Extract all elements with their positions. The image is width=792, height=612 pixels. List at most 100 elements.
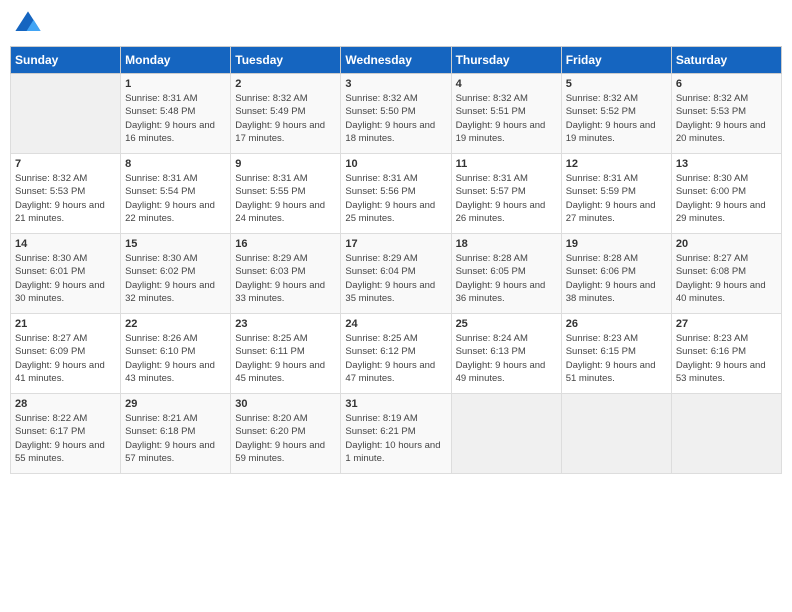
col-header-thursday: Thursday xyxy=(451,47,561,74)
calendar-cell: 29 Sunrise: 8:21 AMSunset: 6:18 PMDaylig… xyxy=(121,394,231,474)
day-number: 6 xyxy=(676,78,777,90)
day-info: Sunrise: 8:21 AMSunset: 6:18 PMDaylight:… xyxy=(125,412,226,465)
day-number: 10 xyxy=(345,158,446,170)
calendar-cell xyxy=(11,74,121,154)
calendar-cell: 17 Sunrise: 8:29 AMSunset: 6:04 PMDaylig… xyxy=(341,234,451,314)
calendar-cell: 5 Sunrise: 8:32 AMSunset: 5:52 PMDayligh… xyxy=(561,74,671,154)
calendar-cell: 26 Sunrise: 8:23 AMSunset: 6:15 PMDaylig… xyxy=(561,314,671,394)
day-info: Sunrise: 8:31 AMSunset: 5:57 PMDaylight:… xyxy=(456,172,557,225)
day-info: Sunrise: 8:24 AMSunset: 6:13 PMDaylight:… xyxy=(456,332,557,385)
day-number: 25 xyxy=(456,318,557,330)
calendar-cell: 21 Sunrise: 8:27 AMSunset: 6:09 PMDaylig… xyxy=(11,314,121,394)
day-info: Sunrise: 8:28 AMSunset: 6:05 PMDaylight:… xyxy=(456,252,557,305)
day-number: 4 xyxy=(456,78,557,90)
day-number: 30 xyxy=(235,398,336,410)
calendar-cell xyxy=(451,394,561,474)
calendar-cell xyxy=(561,394,671,474)
day-number: 21 xyxy=(15,318,116,330)
day-info: Sunrise: 8:32 AMSunset: 5:53 PMDaylight:… xyxy=(676,92,777,145)
day-number: 13 xyxy=(676,158,777,170)
col-header-monday: Monday xyxy=(121,47,231,74)
day-info: Sunrise: 8:31 AMSunset: 5:56 PMDaylight:… xyxy=(345,172,446,225)
day-number: 17 xyxy=(345,238,446,250)
calendar-cell: 22 Sunrise: 8:26 AMSunset: 6:10 PMDaylig… xyxy=(121,314,231,394)
day-info: Sunrise: 8:29 AMSunset: 6:04 PMDaylight:… xyxy=(345,252,446,305)
calendar-cell: 24 Sunrise: 8:25 AMSunset: 6:12 PMDaylig… xyxy=(341,314,451,394)
logo-icon xyxy=(14,10,42,38)
col-header-sunday: Sunday xyxy=(11,47,121,74)
day-number: 19 xyxy=(566,238,667,250)
calendar-cell: 2 Sunrise: 8:32 AMSunset: 5:49 PMDayligh… xyxy=(231,74,341,154)
calendar-cell: 20 Sunrise: 8:27 AMSunset: 6:08 PMDaylig… xyxy=(671,234,781,314)
calendar-cell: 1 Sunrise: 8:31 AMSunset: 5:48 PMDayligh… xyxy=(121,74,231,154)
day-number: 27 xyxy=(676,318,777,330)
calendar-cell: 12 Sunrise: 8:31 AMSunset: 5:59 PMDaylig… xyxy=(561,154,671,234)
col-header-tuesday: Tuesday xyxy=(231,47,341,74)
calendar-cell: 18 Sunrise: 8:28 AMSunset: 6:05 PMDaylig… xyxy=(451,234,561,314)
day-info: Sunrise: 8:20 AMSunset: 6:20 PMDaylight:… xyxy=(235,412,336,465)
day-number: 15 xyxy=(125,238,226,250)
day-info: Sunrise: 8:30 AMSunset: 6:01 PMDaylight:… xyxy=(15,252,116,305)
calendar-table: SundayMondayTuesdayWednesdayThursdayFrid… xyxy=(10,46,782,474)
calendar-cell: 7 Sunrise: 8:32 AMSunset: 5:53 PMDayligh… xyxy=(11,154,121,234)
calendar-cell: 10 Sunrise: 8:31 AMSunset: 5:56 PMDaylig… xyxy=(341,154,451,234)
col-header-friday: Friday xyxy=(561,47,671,74)
calendar-cell xyxy=(671,394,781,474)
day-number: 22 xyxy=(125,318,226,330)
day-number: 5 xyxy=(566,78,667,90)
calendar-header: SundayMondayTuesdayWednesdayThursdayFrid… xyxy=(11,47,782,74)
calendar-cell: 25 Sunrise: 8:24 AMSunset: 6:13 PMDaylig… xyxy=(451,314,561,394)
col-header-saturday: Saturday xyxy=(671,47,781,74)
day-number: 1 xyxy=(125,78,226,90)
calendar-cell: 27 Sunrise: 8:23 AMSunset: 6:16 PMDaylig… xyxy=(671,314,781,394)
day-number: 20 xyxy=(676,238,777,250)
day-number: 7 xyxy=(15,158,116,170)
day-info: Sunrise: 8:26 AMSunset: 6:10 PMDaylight:… xyxy=(125,332,226,385)
col-header-wednesday: Wednesday xyxy=(341,47,451,74)
day-number: 12 xyxy=(566,158,667,170)
day-info: Sunrise: 8:29 AMSunset: 6:03 PMDaylight:… xyxy=(235,252,336,305)
calendar-cell: 9 Sunrise: 8:31 AMSunset: 5:55 PMDayligh… xyxy=(231,154,341,234)
calendar-week-4: 21 Sunrise: 8:27 AMSunset: 6:09 PMDaylig… xyxy=(11,314,782,394)
day-number: 16 xyxy=(235,238,336,250)
day-info: Sunrise: 8:22 AMSunset: 6:17 PMDaylight:… xyxy=(15,412,116,465)
day-info: Sunrise: 8:23 AMSunset: 6:15 PMDaylight:… xyxy=(566,332,667,385)
day-info: Sunrise: 8:32 AMSunset: 5:49 PMDaylight:… xyxy=(235,92,336,145)
calendar-cell: 11 Sunrise: 8:31 AMSunset: 5:57 PMDaylig… xyxy=(451,154,561,234)
day-info: Sunrise: 8:27 AMSunset: 6:08 PMDaylight:… xyxy=(676,252,777,305)
day-info: Sunrise: 8:28 AMSunset: 6:06 PMDaylight:… xyxy=(566,252,667,305)
page-header xyxy=(10,10,782,38)
calendar-week-1: 1 Sunrise: 8:31 AMSunset: 5:48 PMDayligh… xyxy=(11,74,782,154)
day-info: Sunrise: 8:32 AMSunset: 5:50 PMDaylight:… xyxy=(345,92,446,145)
day-info: Sunrise: 8:19 AMSunset: 6:21 PMDaylight:… xyxy=(345,412,446,465)
day-number: 2 xyxy=(235,78,336,90)
calendar-cell: 4 Sunrise: 8:32 AMSunset: 5:51 PMDayligh… xyxy=(451,74,561,154)
day-number: 11 xyxy=(456,158,557,170)
day-number: 24 xyxy=(345,318,446,330)
calendar-cell: 30 Sunrise: 8:20 AMSunset: 6:20 PMDaylig… xyxy=(231,394,341,474)
day-number: 29 xyxy=(125,398,226,410)
day-info: Sunrise: 8:32 AMSunset: 5:51 PMDaylight:… xyxy=(456,92,557,145)
calendar-cell: 13 Sunrise: 8:30 AMSunset: 6:00 PMDaylig… xyxy=(671,154,781,234)
day-number: 31 xyxy=(345,398,446,410)
calendar-cell: 14 Sunrise: 8:30 AMSunset: 6:01 PMDaylig… xyxy=(11,234,121,314)
day-number: 14 xyxy=(15,238,116,250)
day-info: Sunrise: 8:30 AMSunset: 6:00 PMDaylight:… xyxy=(676,172,777,225)
day-info: Sunrise: 8:31 AMSunset: 5:48 PMDaylight:… xyxy=(125,92,226,145)
day-info: Sunrise: 8:31 AMSunset: 5:59 PMDaylight:… xyxy=(566,172,667,225)
day-info: Sunrise: 8:25 AMSunset: 6:11 PMDaylight:… xyxy=(235,332,336,385)
calendar-week-3: 14 Sunrise: 8:30 AMSunset: 6:01 PMDaylig… xyxy=(11,234,782,314)
day-info: Sunrise: 8:27 AMSunset: 6:09 PMDaylight:… xyxy=(15,332,116,385)
calendar-cell: 19 Sunrise: 8:28 AMSunset: 6:06 PMDaylig… xyxy=(561,234,671,314)
calendar-week-2: 7 Sunrise: 8:32 AMSunset: 5:53 PMDayligh… xyxy=(11,154,782,234)
calendar-week-5: 28 Sunrise: 8:22 AMSunset: 6:17 PMDaylig… xyxy=(11,394,782,474)
day-number: 3 xyxy=(345,78,446,90)
day-number: 26 xyxy=(566,318,667,330)
day-info: Sunrise: 8:23 AMSunset: 6:16 PMDaylight:… xyxy=(676,332,777,385)
day-info: Sunrise: 8:31 AMSunset: 5:55 PMDaylight:… xyxy=(235,172,336,225)
calendar-cell: 16 Sunrise: 8:29 AMSunset: 6:03 PMDaylig… xyxy=(231,234,341,314)
calendar-cell: 3 Sunrise: 8:32 AMSunset: 5:50 PMDayligh… xyxy=(341,74,451,154)
day-info: Sunrise: 8:30 AMSunset: 6:02 PMDaylight:… xyxy=(125,252,226,305)
day-info: Sunrise: 8:31 AMSunset: 5:54 PMDaylight:… xyxy=(125,172,226,225)
logo xyxy=(14,10,46,38)
